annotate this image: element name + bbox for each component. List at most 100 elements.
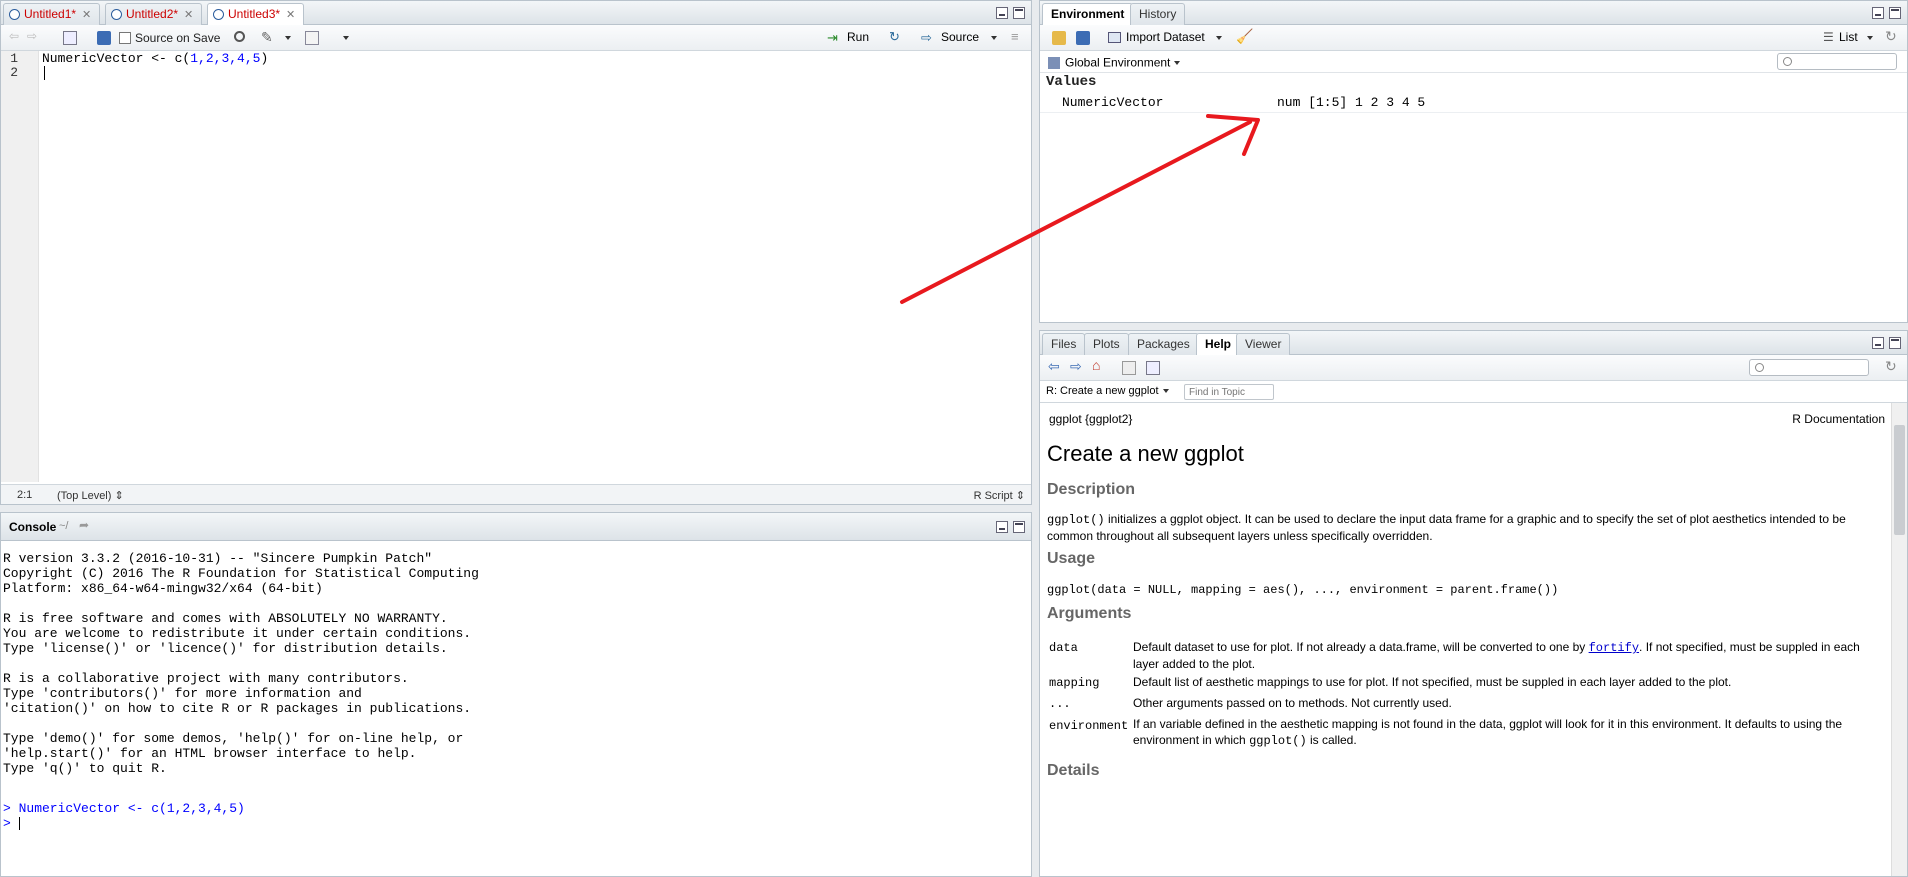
tab-packages[interactable]: Packages (1128, 333, 1199, 355)
tab-plots[interactable]: Plots (1084, 333, 1129, 355)
compile-report-icon[interactable] (305, 31, 319, 45)
chevron-down-icon (991, 36, 997, 40)
help-topic-dropdown[interactable]: R: Create a new ggplot (1046, 385, 1169, 397)
maximize-icon[interactable] (1013, 7, 1025, 19)
source-button[interactable]: ⇨ Source (919, 28, 999, 48)
minimize-icon[interactable] (996, 7, 1008, 19)
help-topic-bar: R: Create a new ggplot (1040, 381, 1907, 403)
tab-help[interactable]: Help (1196, 333, 1241, 356)
broom-icon[interactable]: 🧹 (1236, 28, 1253, 44)
forward-arrow-icon[interactable]: ⇨ (27, 29, 41, 43)
main-vertical-splitter[interactable] (1032, 0, 1039, 877)
console-window-controls (996, 521, 1025, 533)
r-file-icon (213, 9, 224, 20)
source-label: Source (941, 30, 980, 44)
environment-scope-dropdown[interactable]: Global Environment (1048, 54, 1181, 70)
run-button[interactable]: ⇥ Run (825, 28, 875, 48)
show-in-window-icon[interactable] (1146, 361, 1160, 375)
source-toolbar: ⇦ ⇨ Source on Save ✎ ⇥ Run ↻ ⇨ Source ≡ (1, 25, 1031, 51)
env-window-controls (1872, 7, 1901, 19)
chevron-down-icon (1867, 36, 1873, 40)
argument-text: Default dataset to use for plot. If not … (1133, 640, 1589, 654)
code-line: NumericVector <- c(1,2,3,4,5) (42, 51, 268, 66)
refresh-icon[interactable]: ↻ (1885, 28, 1899, 44)
help-scrollbar[interactable] (1891, 403, 1907, 876)
chevron-down-icon (1216, 36, 1222, 40)
argument-name: mapping (1049, 676, 1100, 690)
open-folder-icon[interactable] (1052, 31, 1066, 45)
help-doc-label: R Documentation (1792, 412, 1885, 426)
right-pane-splitter[interactable] (1039, 323, 1908, 330)
back-arrow-icon[interactable]: ⇦ (1048, 358, 1062, 374)
view-mode-button[interactable]: ☰ List (1823, 28, 1873, 48)
usage-code: ggplot(data = NULL, mapping = aes(), ...… (1047, 583, 1559, 597)
refresh-icon[interactable]: ↻ (1885, 358, 1899, 374)
maximize-icon[interactable] (1889, 7, 1901, 19)
import-dataset-button[interactable]: Import Dataset (1106, 28, 1222, 48)
fortify-link[interactable]: fortify (1589, 641, 1639, 655)
help-tabbar: Files Plots Packages Help Viewer (1040, 331, 1907, 356)
text-cursor (44, 66, 45, 80)
forward-arrow-icon[interactable]: ⇨ (1070, 358, 1084, 374)
close-icon[interactable]: ✕ (286, 5, 295, 26)
source-tabbar: Untitled1* ✕ Untitled2* ✕ Untitled3* ✕ (1, 1, 1031, 26)
scope-selector[interactable]: (Top Level) ⇕ (57, 489, 124, 502)
save-icon[interactable] (97, 31, 111, 45)
code-editor[interactable]: NumericVector <- c(1,2,3,4,5) (40, 51, 1031, 482)
tab-viewer[interactable]: Viewer (1236, 333, 1291, 355)
tab-untitled2[interactable]: Untitled2* ✕ (105, 3, 203, 26)
minimize-icon[interactable] (1872, 337, 1884, 349)
left-pane-splitter[interactable] (0, 505, 1032, 512)
home-icon[interactable]: ⌂ (1092, 357, 1106, 373)
maximize-icon[interactable] (1889, 337, 1901, 349)
console-prompt[interactable]: > (3, 816, 20, 831)
rerun-icon[interactable]: ↻ (889, 29, 903, 44)
inline-code: ggplot() (1249, 734, 1307, 748)
chevron-down-icon (1174, 60, 1181, 65)
find-in-topic-input[interactable] (1184, 384, 1274, 400)
code-tools-wand-icon[interactable]: ✎ (261, 29, 275, 45)
close-icon[interactable]: ✕ (184, 5, 193, 26)
document-outline-icon[interactable]: ≡ (1011, 29, 1025, 44)
tab-history[interactable]: History (1130, 3, 1186, 25)
chevron-down-icon[interactable] (285, 36, 291, 40)
help-search-input[interactable] (1749, 359, 1869, 376)
tab-label: Untitled2* (126, 7, 179, 21)
tab-untitled3[interactable]: Untitled3* ✕ (207, 3, 305, 26)
go-to-directory-icon[interactable]: ➦ (79, 518, 89, 532)
search-icon[interactable] (234, 31, 245, 42)
line-number-gutter: 1 2 (1, 51, 39, 482)
minimize-icon[interactable] (1872, 7, 1884, 19)
close-icon[interactable]: ✕ (82, 5, 91, 26)
help-document: ggplot {ggplot2} R Documentation Create … (1040, 403, 1891, 876)
tab-untitled1[interactable]: Untitled1* ✕ (3, 3, 101, 26)
argument-description: Default list of aesthetic mappings to us… (1133, 675, 1732, 689)
tab-environment[interactable]: Environment (1042, 3, 1134, 26)
back-arrow-icon[interactable]: ⇦ (9, 29, 23, 43)
variable-value: num [1:5] 1 2 3 4 5 (1277, 95, 1426, 110)
env-toolbar: Import Dataset 🧹 ☰ List ↻ (1040, 25, 1907, 51)
prompt-symbol: > (3, 816, 19, 831)
file-type-selector[interactable]: R Script ⇕ (974, 489, 1025, 502)
chevron-down-icon[interactable] (343, 36, 349, 40)
env-scope-bar: Global Environment (1040, 51, 1907, 73)
tab-label: Untitled1* (24, 7, 77, 21)
argument-description: If an variable defined in the aesthetic … (1133, 716, 1881, 749)
env-variable-row[interactable]: NumericVector num [1:5] 1 2 3 4 5 (1040, 93, 1907, 113)
description-heading: Description (1047, 481, 1136, 498)
cursor-position: 2:1 (17, 489, 33, 501)
minimize-icon[interactable] (996, 521, 1008, 533)
console-output-area[interactable]: R version 3.3.2 (2016-10-31) -- "Sincere… (1, 541, 1031, 876)
scope-label: (Top Level) (57, 490, 112, 502)
scrollbar-thumb[interactable] (1894, 425, 1905, 535)
r-file-icon (111, 9, 122, 20)
save-icon[interactable] (1076, 31, 1090, 45)
env-section-header: Values (1046, 74, 1097, 90)
env-search-input[interactable] (1777, 53, 1897, 70)
show-in-window-icon[interactable] (63, 31, 77, 45)
print-icon[interactable] (1122, 361, 1136, 375)
tab-files[interactable]: Files (1042, 333, 1086, 355)
maximize-icon[interactable] (1013, 521, 1025, 533)
console-title[interactable]: Console (9, 520, 56, 534)
source-on-save-checkbox[interactable] (119, 32, 131, 44)
